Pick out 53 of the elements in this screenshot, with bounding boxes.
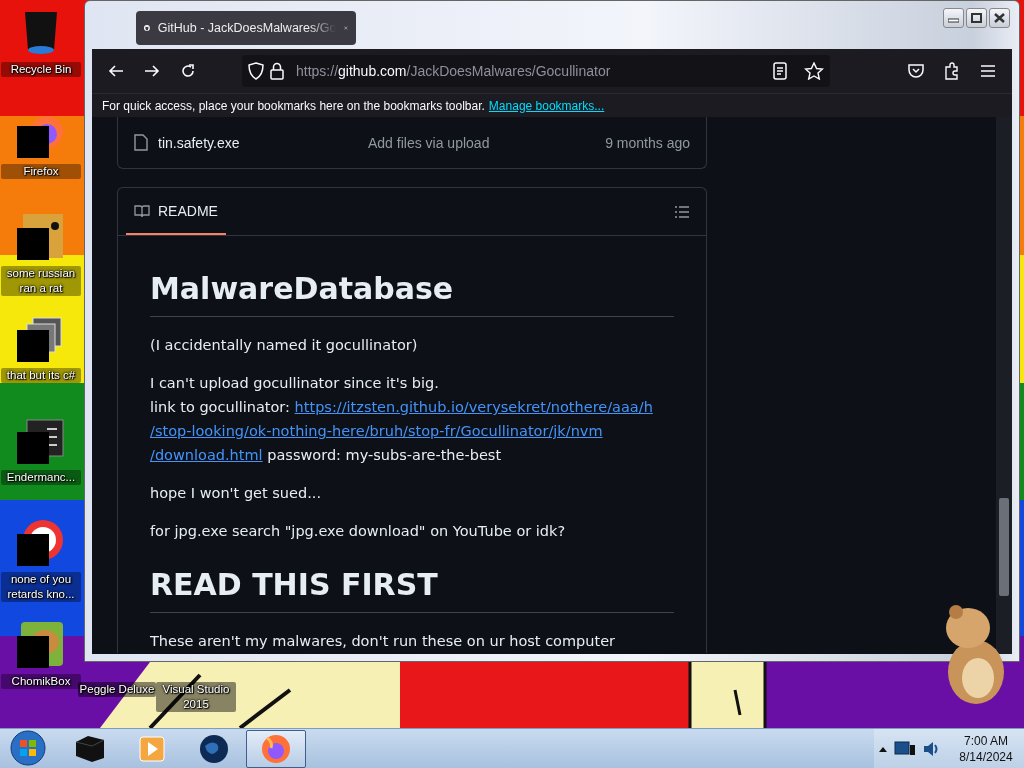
readme-paragraph: for jpg.exe search "jpg.exe download" on YouTube or idk? — [150, 522, 567, 541]
app-icon — [17, 416, 65, 466]
file-name[interactable]: tin.safety.exe — [158, 134, 358, 151]
download-link[interactable]: /stop-looking/ok-nothing-here/bruh/stop-fr/Gocullinator/jk/nvm — [150, 423, 603, 439]
scrollbar[interactable] — [996, 117, 1012, 654]
lock-icon[interactable] — [268, 62, 286, 80]
bookmarks-hint: For quick access, place your bookmarks here on the bookmarks toolbar. — [102, 98, 485, 113]
pocket-icon[interactable] — [907, 63, 925, 79]
readme-paragraph: hope I won't get sued... — [150, 484, 322, 503]
minimize-button[interactable] — [943, 8, 964, 28]
download-link[interactable]: https://itzsten.github.io/verysekret/nothere/aaa/h — [294, 399, 653, 415]
book-icon — [134, 203, 150, 218]
url-field[interactable]: https://github.com/JackDoesMalwares/Gocullinator — [242, 55, 830, 87]
close-icon[interactable] — [344, 23, 348, 33]
readme-heading: READ THIS FIRST — [150, 565, 674, 613]
readme-paragraph: (I accidentally named it gocullinator) — [150, 336, 419, 355]
commit-time: 9 months ago — [605, 134, 690, 151]
star-icon[interactable] — [804, 62, 824, 80]
maximize-button[interactable] — [966, 8, 987, 28]
app-icon — [17, 620, 65, 670]
icon-label[interactable]: ChomikBox — [1, 674, 81, 689]
app-icon — [17, 212, 65, 262]
file-row[interactable]: tin.safety.exe Add files via upload 9 months ago — [117, 117, 707, 169]
close-button[interactable] — [989, 8, 1010, 28]
start-button[interactable] — [8, 728, 48, 768]
media-player-icon — [139, 735, 165, 762]
globe-icon — [199, 733, 229, 764]
readme-heading: MalwareDatabase — [150, 269, 674, 317]
menu-icon[interactable] — [980, 64, 996, 78]
icon-label[interactable]: none of you retards kno... — [1, 572, 81, 602]
close-icon — [994, 13, 1005, 23]
maximize-icon — [971, 13, 982, 23]
readme-tab[interactable]: README — [126, 188, 226, 235]
icon-label[interactable]: Firefox — [1, 164, 81, 179]
download-link[interactable]: /download.html — [150, 447, 263, 463]
manage-bookmarks-link[interactable]: Manage bookmarks... — [488, 98, 605, 113]
readme-paragraph: I can't upload gocullinator since it's big. link to gocullinator: https://itzsten.github.io/verysekret/nothere/aaa/h /stop-looking/ok-nothing-here/bruh/stop-fr/Gocullinator/jk/nvm /download.html password: my-subs-are-the-best — [150, 374, 654, 465]
app-icon — [17, 518, 65, 568]
shield-icon[interactable] — [248, 62, 264, 80]
firefox-icon — [261, 733, 291, 764]
puzzle-icon[interactable] — [943, 62, 961, 80]
file-icon — [134, 134, 148, 151]
box-icon — [74, 733, 106, 764]
icon-label[interactable]: Recycle Bin — [1, 62, 81, 77]
reload-icon[interactable] — [180, 63, 196, 79]
back-arrow-icon[interactable] — [108, 63, 124, 79]
app-icon — [17, 314, 65, 364]
forward-arrow-icon[interactable] — [144, 63, 160, 79]
commit-message[interactable]: Add files via upload — [368, 134, 596, 151]
icon-label[interactable]: Endermanc... — [1, 470, 81, 485]
reader-view-icon[interactable] — [772, 62, 788, 80]
outline-icon[interactable] — [674, 204, 690, 219]
readme-paragraph: These aren't my malwares, don't run these on ur host computer — [150, 632, 617, 651]
